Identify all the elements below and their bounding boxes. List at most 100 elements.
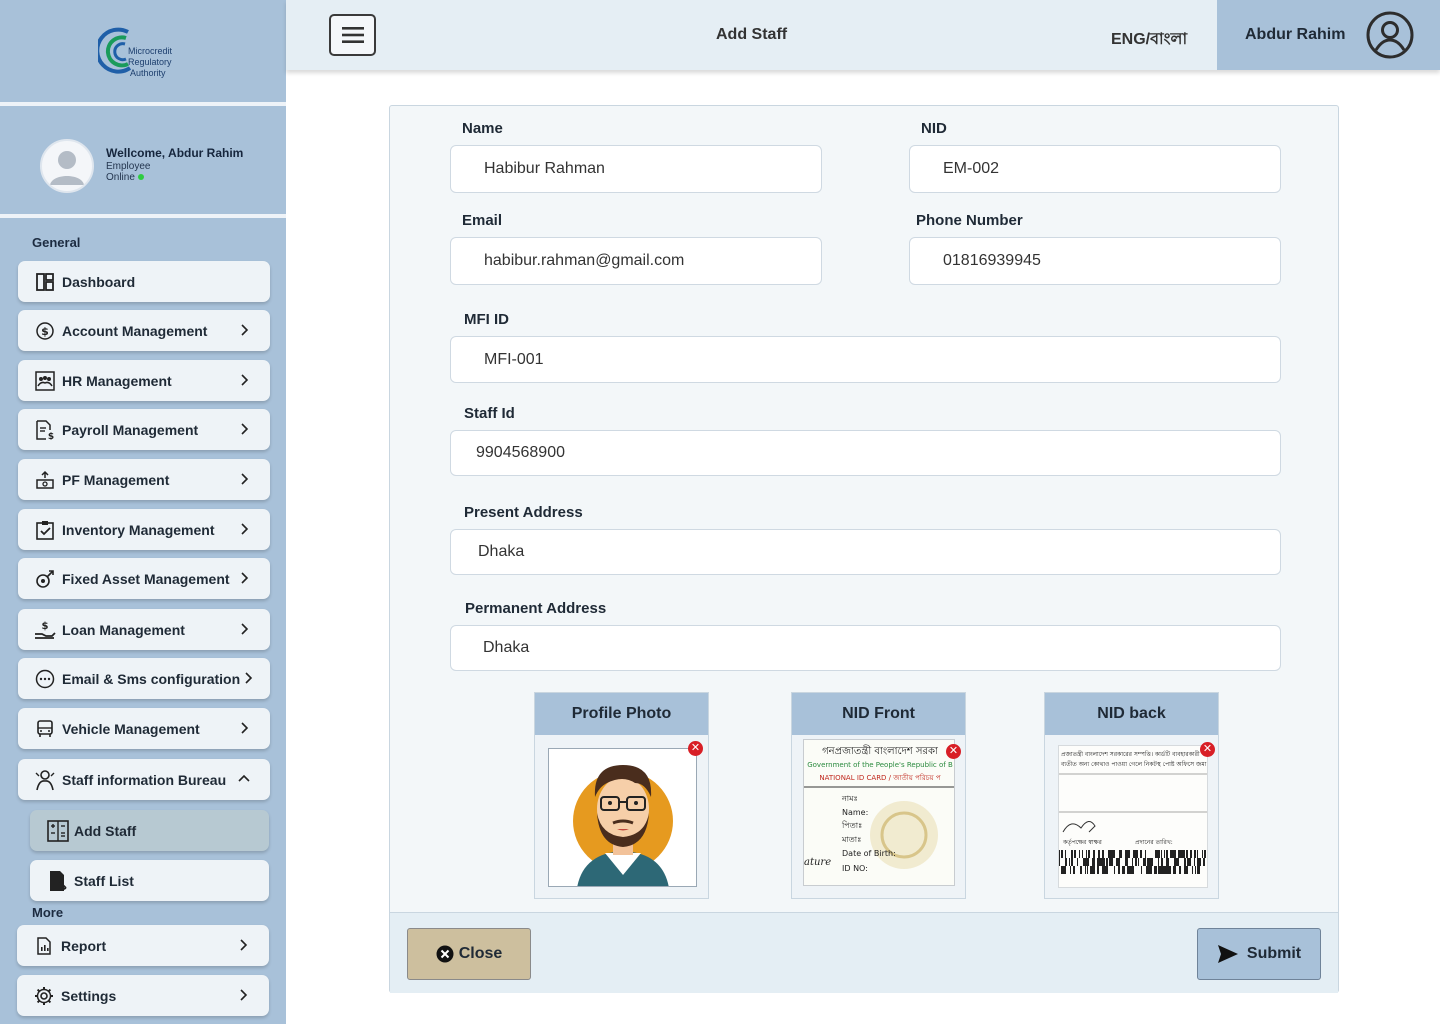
permanent-address-input[interactable] bbox=[450, 625, 1281, 671]
hamburger-icon bbox=[341, 27, 364, 43]
close-circle-icon bbox=[436, 945, 454, 963]
chevron-right-icon bbox=[241, 572, 249, 584]
sidebar-item-label: HR Management bbox=[62, 372, 172, 389]
nid-front-field-2: Name: bbox=[842, 808, 868, 817]
sidebar-item-loan-management[interactable]: $ Loan Management bbox=[18, 609, 270, 650]
nid-input[interactable] bbox=[909, 145, 1281, 193]
profile-photo-title: Profile Photo bbox=[535, 693, 708, 735]
chevron-right-icon bbox=[241, 722, 249, 734]
email-label: Email bbox=[462, 212, 503, 229]
svg-text:$: $ bbox=[41, 325, 49, 338]
sidebar-item-hr-management[interactable]: HR Management bbox=[18, 360, 270, 401]
document-user-icon bbox=[46, 869, 70, 893]
remove-nid-front-button[interactable]: ✕ bbox=[946, 744, 961, 759]
language-toggle[interactable]: ENG/বাংলা bbox=[1111, 26, 1187, 53]
permanent-address-label: Permanent Address bbox=[465, 600, 607, 617]
logo-text: Microcredit Regulatory Authority bbox=[128, 46, 172, 79]
staff-id-input[interactable] bbox=[450, 430, 1281, 476]
sidebar-item-vehicle-management[interactable]: Vehicle Management bbox=[18, 708, 270, 749]
nid-front-field-5: Date of Birth: bbox=[842, 849, 896, 858]
present-address-label: Present Address bbox=[464, 504, 583, 521]
add-staff-form: Name NID Email Phone Number MFI ID Staff… bbox=[389, 105, 1339, 993]
nid-front-field-3: পিতাঃ bbox=[841, 821, 862, 830]
sidebar-subitem-add-staff[interactable]: Add Staff bbox=[30, 810, 269, 851]
welcome-text: Wellcome, Abdur Rahim bbox=[106, 146, 244, 160]
logo-line-2: Regulatory bbox=[128, 57, 172, 67]
nid-back-image: প্রজাতন্ত্রী বাংলাদেশ সরকারের সম্পত্তি। … bbox=[1059, 746, 1207, 887]
sidebar-item-dashboard[interactable]: Dashboard bbox=[18, 261, 270, 302]
sidebar-item-fixed-asset-management[interactable]: Fixed Asset Management bbox=[18, 558, 270, 599]
nid-front-upload[interactable]: NID Front গনপ্রজাতন্ত্রী বাংলাদেশ সরকা G… bbox=[791, 692, 966, 899]
bus-icon bbox=[34, 718, 56, 740]
submit-button[interactable]: Submit bbox=[1197, 928, 1321, 980]
nid-back-title: NID back bbox=[1045, 693, 1218, 735]
sidebar-item-label: Staff information Bureau bbox=[62, 771, 227, 788]
nid-front-field-6: ID NO: bbox=[842, 864, 868, 873]
nid-back-line-1: প্রজাতন্ত্রী বাংলাদেশ সরকারের সম্পত্তি। … bbox=[1061, 750, 1200, 758]
online-dot-icon bbox=[137, 174, 144, 180]
menu-toggle-button[interactable] bbox=[329, 14, 376, 56]
profile-photo-upload[interactable]: Profile Photo ✕ bbox=[534, 692, 709, 899]
phone-input[interactable] bbox=[909, 237, 1281, 285]
payroll-document-icon: $ bbox=[34, 419, 56, 441]
add-form-icon bbox=[46, 819, 70, 843]
sidebar-item-label: Email & Sms configuration bbox=[62, 670, 241, 687]
remove-nid-back-button[interactable]: ✕ bbox=[1200, 742, 1215, 757]
chevron-right-icon bbox=[241, 423, 249, 435]
clipboard-check-icon bbox=[34, 519, 56, 541]
send-icon bbox=[1217, 945, 1238, 963]
user-account-icon[interactable] bbox=[1366, 11, 1414, 59]
phone-label: Phone Number bbox=[916, 212, 1023, 229]
logo-line-1: Microcredit bbox=[128, 46, 173, 56]
top-bar: Add Staff ENG/বাংলা Abdur Rahim bbox=[286, 0, 1440, 70]
user-role: Employee bbox=[106, 161, 151, 172]
sidebar-item-account-management[interactable]: $ Account Management bbox=[18, 310, 270, 351]
online-status: Online bbox=[106, 172, 144, 183]
sidebar-item-label: PF Management bbox=[62, 471, 170, 488]
sidebar-item-report[interactable]: Report bbox=[17, 925, 269, 966]
profile-panel: Wellcome, Abdur Rahim Employee Online bbox=[0, 112, 286, 218]
mra-logo[interactable]: Microcredit Regulatory Authority bbox=[98, 26, 198, 82]
sidebar-subitem-staff-list[interactable]: Staff List bbox=[30, 860, 269, 901]
nid-front-title: NID Front bbox=[792, 693, 965, 735]
sidebar-item-settings[interactable]: Settings bbox=[17, 975, 269, 1016]
section-more: More bbox=[32, 905, 64, 920]
nid-front-preview: গনপ্রজাতন্ত্রী বাংলাদেশ সরকা Government … bbox=[803, 739, 955, 886]
section-general: General bbox=[32, 235, 81, 250]
sidebar-item-pf-management[interactable]: PF Management bbox=[18, 459, 270, 500]
logo-area: Microcredit Regulatory Authority bbox=[0, 0, 286, 106]
remove-profile-photo-button[interactable]: ✕ bbox=[688, 741, 703, 756]
profile-avatar-illustration bbox=[573, 765, 673, 886]
mfi-id-input[interactable] bbox=[450, 336, 1281, 383]
sidebar-subitem-label: Staff List bbox=[74, 872, 134, 889]
present-address-input[interactable] bbox=[450, 529, 1281, 575]
sidebar-item-email-sms-configuration[interactable]: Email & Sms configuration bbox=[18, 658, 270, 699]
sidebar-item-label: Settings bbox=[61, 987, 117, 1004]
nid-front-line-2: Government of the People's Republic of B bbox=[807, 761, 953, 769]
sidebar-item-staff-information-bureau[interactable]: Staff information Bureau bbox=[18, 759, 270, 800]
nid-back-date-label: প্রদানের তারিখ: bbox=[1135, 839, 1173, 846]
svg-text:$: $ bbox=[42, 621, 49, 632]
chevron-right-icon bbox=[241, 473, 249, 485]
chevron-right-icon bbox=[241, 324, 249, 336]
user-menu[interactable]: Abdur Rahim bbox=[1217, 0, 1440, 70]
staff-bureau-icon bbox=[34, 769, 56, 791]
page-title: Add Staff bbox=[716, 26, 788, 43]
name-label: Name bbox=[462, 120, 503, 137]
sidebar-item-inventory-management[interactable]: Inventory Management bbox=[18, 509, 270, 550]
asset-tag-icon bbox=[34, 568, 56, 590]
chevron-up-icon bbox=[238, 774, 250, 782]
nid-front-field-1: নামঃ bbox=[841, 794, 858, 803]
sidebar-item-label: Payroll Management bbox=[62, 421, 199, 438]
email-input[interactable] bbox=[450, 237, 822, 285]
nid-front-signature: ature bbox=[804, 857, 831, 868]
nid-back-upload[interactable]: NID back প্রজাতন্ত্রী বাংলাদেশ সরকারের স… bbox=[1044, 692, 1219, 899]
name-input[interactable] bbox=[450, 145, 822, 193]
submit-button-label: Submit bbox=[1246, 945, 1302, 962]
logo-line-3: Authority bbox=[130, 68, 166, 78]
sidebar-item-payroll-management[interactable]: $ Payroll Management bbox=[18, 409, 270, 450]
sidebar-item-label: Fixed Asset Management bbox=[62, 570, 230, 587]
nid-front-line-1: গনপ্রজাতন্ত্রী বাংলাদেশ সরকা bbox=[822, 744, 939, 757]
close-button[interactable]: Close bbox=[407, 928, 531, 980]
sidebar-item-label: Report bbox=[61, 937, 107, 954]
